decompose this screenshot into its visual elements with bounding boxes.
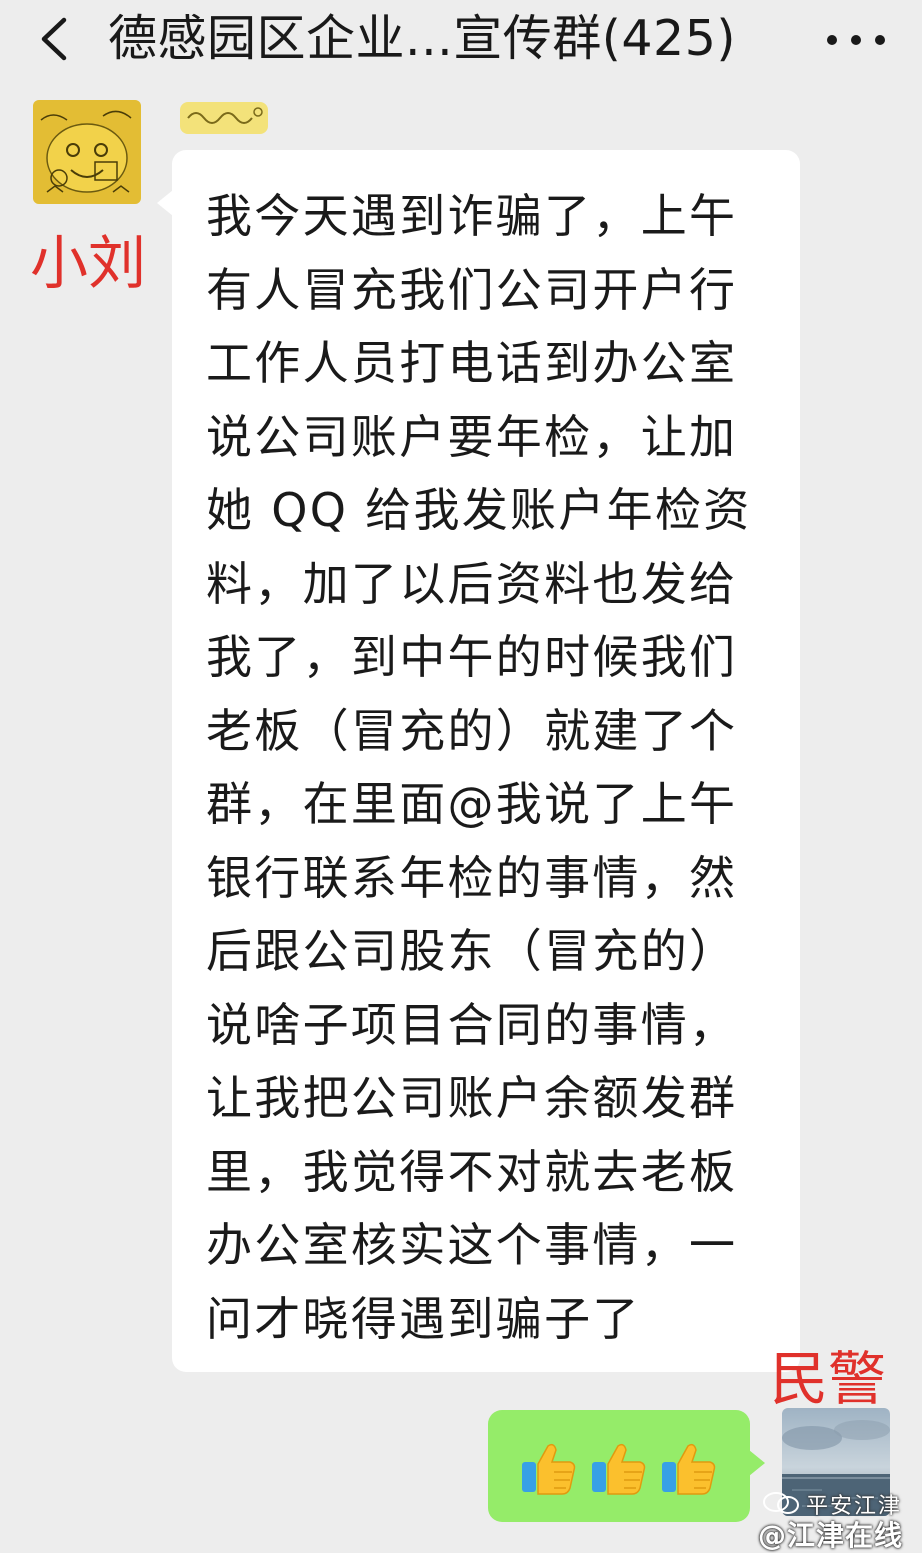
doodle-nickname-icon	[180, 102, 268, 134]
outgoing-message-bubble[interactable]	[488, 1410, 765, 1522]
chat-header: 德感园区企业...宣传群(425)	[0, 0, 922, 80]
message-text: 我今天遇到诈骗了，上午有人冒充我们公司开户行工作人员打电话到办公室说公司账户要年…	[206, 189, 752, 1346]
chat-title: 德感园区企业...宣传群(425)	[108, 10, 736, 67]
chevron-left-icon	[41, 17, 67, 61]
sender-label: 小刘	[30, 229, 147, 297]
nickname-sticker	[178, 98, 270, 138]
sender-label: 民警	[770, 1345, 887, 1413]
more-button[interactable]	[812, 20, 900, 60]
incoming-message-bubble[interactable]: 我今天遇到诈骗了，上午有人冒充我们公司开户行工作人员打电话到办公室说公司账户要年…	[157, 150, 800, 1372]
thumbs-up-icon	[518, 1438, 578, 1498]
ellipsis-icon	[827, 35, 885, 45]
watermark-account: @江津在线	[758, 1519, 904, 1552]
sea-sky-avatar-icon	[782, 1408, 890, 1516]
thumbs-up-icon	[588, 1438, 648, 1498]
cartoon-doodle-avatar-icon	[33, 100, 141, 204]
back-button[interactable]	[30, 8, 80, 70]
receiver-avatar[interactable]	[782, 1408, 890, 1516]
chat-screen: 德感园区企业...宣传群(425) 小刘 我今天遇到诈骗了，上午有人冒充我们公司…	[0, 0, 922, 1553]
thumbs-up-icon	[658, 1438, 718, 1498]
sender-avatar[interactable]	[33, 100, 141, 204]
